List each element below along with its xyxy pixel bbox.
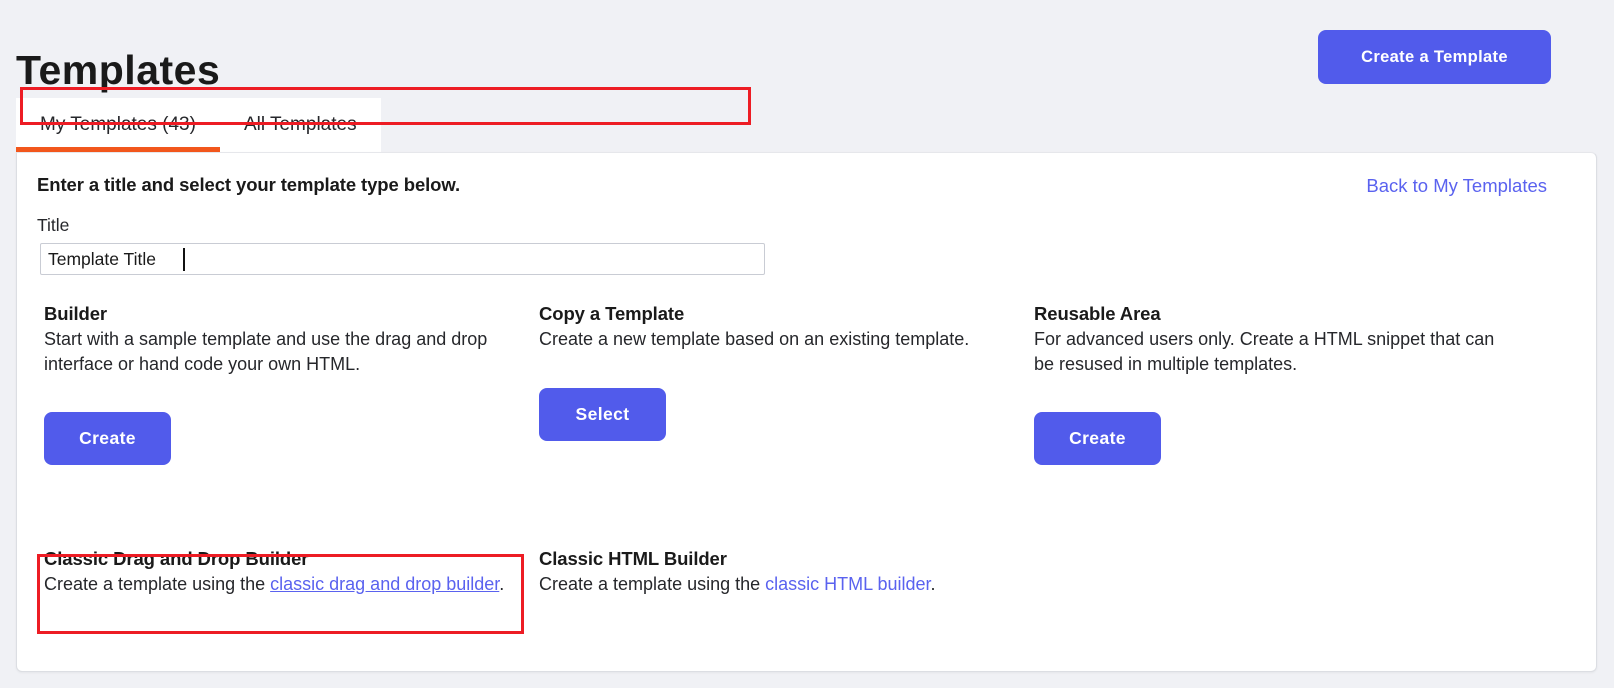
text-caret <box>183 248 185 271</box>
classic-html-builder: Classic HTML Builder Create a template u… <box>539 548 1059 597</box>
page-title: Templates <box>16 47 221 94</box>
create-a-template-button[interactable]: Create a Template <box>1318 30 1551 84</box>
create-template-card: Enter a title and select your template t… <box>16 152 1597 672</box>
option-reusable-description: For advanced users only. Create a HTML s… <box>1034 329 1495 374</box>
classic-dnd-text-after: . <box>499 574 505 594</box>
tab-my-templates[interactable]: My Templates (43) <box>16 98 220 152</box>
card-heading: Enter a title and select your template t… <box>37 174 461 195</box>
option-copy-a-template: Copy a Template Create a new template ba… <box>539 303 1034 465</box>
tab-all-templates[interactable]: All Templates <box>220 98 381 152</box>
classic-dnd-title: Classic Drag and Drop Builder <box>44 548 309 569</box>
title-field-label: Title <box>37 215 70 235</box>
option-builder-description: Start with a sample template and use the… <box>44 329 488 374</box>
option-copy-description: Create a new template based on an existi… <box>539 329 970 349</box>
copy-select-button[interactable]: Select <box>539 387 666 441</box>
tab-all-templates-label: All Templates <box>243 114 357 135</box>
option-builder-title: Builder <box>44 303 108 324</box>
classic-html-description: Create a template using the classic HTML… <box>539 572 1039 597</box>
classic-drag-and-drop-builder: Classic Drag and Drop Builder Create a t… <box>44 548 539 597</box>
builder-create-button[interactable]: Create <box>44 412 171 466</box>
back-to-my-templates-link[interactable]: Back to My Templates <box>1366 175 1547 197</box>
classic-drag-and-drop-builder-link[interactable]: classic drag and drop builder <box>270 574 499 594</box>
classic-builders-row: Classic Drag and Drop Builder Create a t… <box>17 548 1596 597</box>
tab-my-templates-label: My Templates (43) <box>40 114 196 135</box>
option-reusable-area: Reusable Area For advanced users only. C… <box>1034 303 1534 466</box>
templates-tabbar: My Templates (43) All Templates <box>16 98 381 152</box>
option-builder: Builder Start with a sample template and… <box>44 303 539 466</box>
reusable-create-button[interactable]: Create <box>1034 412 1161 466</box>
template-title-input[interactable] <box>40 243 765 275</box>
classic-html-text-before: Create a template using the <box>539 574 766 594</box>
classic-html-builder-link[interactable]: classic HTML builder <box>765 574 930 594</box>
classic-dnd-text-before: Create a template using the <box>44 574 271 594</box>
option-copy-title: Copy a Template <box>539 303 685 324</box>
classic-html-text-after: . <box>930 574 936 594</box>
templates-page: Templates Create a Template My Templates… <box>0 0 1614 688</box>
option-reusable-title: Reusable Area <box>1034 303 1161 324</box>
template-type-options: Builder Start with a sample template and… <box>17 303 1596 466</box>
classic-html-title: Classic HTML Builder <box>539 548 727 569</box>
classic-dnd-description: Create a template using the classic drag… <box>44 572 522 597</box>
